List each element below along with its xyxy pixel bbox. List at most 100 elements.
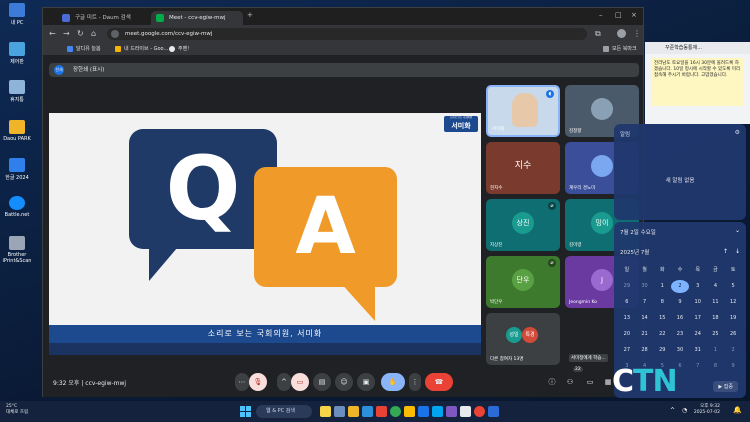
- desktop-icon-my-pc[interactable]: 내 PC: [2, 3, 32, 26]
- calendar-day[interactable]: 12: [724, 296, 742, 309]
- notification-bell-icon[interactable]: 🔔: [733, 406, 742, 414]
- taskbar-search[interactable]: 웹 & PC 검색: [256, 405, 312, 418]
- tab-daum-search[interactable]: 구글 미트 - Daum 검색: [57, 11, 149, 25]
- calendar-day[interactable]: 13: [618, 312, 636, 325]
- captions-button[interactable]: ▤: [313, 373, 331, 391]
- bookmark-item[interactable]: 내 드라이브 - Goo...: [115, 45, 168, 52]
- desktop-icon-daou[interactable]: Daou PARK: [2, 120, 32, 142]
- chevron-up-icon[interactable]: ^: [277, 373, 291, 391]
- taskbar-clock[interactable]: 오후 9:32 2025-07-02: [694, 404, 720, 416]
- calendar-day[interactable]: 30: [671, 344, 689, 357]
- calendar-month[interactable]: 2025년 7월: [620, 248, 649, 256]
- calendar-day[interactable]: 16: [671, 312, 689, 325]
- address-bar[interactable]: meet.google.com/ccv-egiw-mwj: [107, 28, 587, 40]
- widget-icon[interactable]: [320, 406, 331, 417]
- task-view-icon[interactable]: [334, 406, 345, 417]
- app-icon[interactable]: [446, 406, 457, 417]
- all-bookmarks[interactable]: 모든 북마크: [603, 45, 637, 52]
- desktop-icon-hangul[interactable]: 한글 2024: [2, 158, 32, 181]
- leave-call-button[interactable]: ☎: [425, 373, 453, 391]
- calendar-day[interactable]: 17: [689, 312, 707, 325]
- calendar-day[interactable]: 26: [724, 328, 742, 341]
- desktop-icon-battlenet[interactable]: Battle.net: [2, 196, 32, 218]
- network-icon[interactable]: ◔: [682, 407, 687, 414]
- calendar-day[interactable]: 10: [689, 296, 707, 309]
- start-button[interactable]: [240, 406, 251, 417]
- menu-icon[interactable]: ⋮: [633, 29, 641, 38]
- app-icon[interactable]: [432, 406, 443, 417]
- calendar-day[interactable]: 11: [707, 296, 725, 309]
- app-icon[interactable]: [488, 406, 499, 417]
- calendar-day[interactable]: 6: [618, 296, 636, 309]
- kakaotalk-icon[interactable]: [404, 406, 415, 417]
- calendar-day[interactable]: 28: [636, 344, 654, 357]
- calendar-day[interactable]: 5: [724, 280, 742, 293]
- calendar-day[interactable]: 18: [707, 312, 725, 325]
- calendar-day[interactable]: 24: [689, 328, 707, 341]
- minimize-icon[interactable]: –: [599, 11, 603, 19]
- calendar-day[interactable]: 4: [707, 280, 725, 293]
- new-tab-icon[interactable]: +: [247, 11, 253, 19]
- calendar-day[interactable]: 7: [636, 296, 654, 309]
- calendar-day[interactable]: 14: [636, 312, 654, 325]
- calendar-day[interactable]: 19: [724, 312, 742, 325]
- app-icon[interactable]: [460, 406, 471, 417]
- chrome-icon[interactable]: [474, 406, 485, 417]
- calendar-day[interactable]: 1: [653, 280, 671, 293]
- edge-icon[interactable]: [362, 406, 373, 417]
- participant-tile[interactable]: 지수 현지수: [486, 142, 560, 194]
- people-icon[interactable]: ⚇: [563, 373, 577, 391]
- bookmark-item[interactable]: 주멘!: [169, 45, 189, 52]
- camera-off-button[interactable]: ▭: [291, 373, 309, 391]
- maximize-icon[interactable]: □: [615, 11, 622, 19]
- desktop-icon-recycle-bin[interactable]: 휴지통: [2, 80, 32, 103]
- calendar-day[interactable]: 9: [671, 296, 689, 309]
- calendar-day[interactable]: 22: [653, 328, 671, 341]
- calendar-day[interactable]: 8: [653, 296, 671, 309]
- calendar-day[interactable]: 7: [689, 360, 707, 373]
- chat-icon[interactable]: ▭: [583, 373, 597, 391]
- chrome-icon[interactable]: [390, 406, 401, 417]
- calendar-day[interactable]: 20: [618, 328, 636, 341]
- next-month-icon[interactable]: ↓: [735, 248, 740, 255]
- more-audio-icon[interactable]: ⋯: [235, 373, 249, 391]
- more-options-icon[interactable]: ⋮: [409, 373, 421, 391]
- close-icon[interactable]: ×: [631, 11, 637, 19]
- profile-avatar[interactable]: [617, 29, 626, 38]
- calendar-day[interactable]: 15: [653, 312, 671, 325]
- calendar-day[interactable]: 2: [724, 344, 742, 357]
- home-icon[interactable]: ⌂: [91, 29, 96, 38]
- participant-tile[interactable]: ◖ 서미화: [486, 85, 560, 137]
- reload-icon[interactable]: ↻: [77, 29, 84, 38]
- prev-month-icon[interactable]: ↑: [723, 248, 728, 255]
- desktop-icon-control-panel[interactable]: 제어판: [2, 42, 32, 65]
- forward-icon[interactable]: →: [63, 29, 70, 38]
- weather-widget[interactable]: 25°C 대체로 흐림: [6, 404, 28, 416]
- present-button[interactable]: ▣: [357, 373, 375, 391]
- calendar-day[interactable]: 8: [707, 360, 725, 373]
- raise-hand-button[interactable]: ✋: [381, 373, 405, 391]
- calendar-day[interactable]: 1: [707, 344, 725, 357]
- calendar-day[interactable]: 21: [636, 328, 654, 341]
- calendar-day[interactable]: 29: [653, 344, 671, 357]
- settings-icon[interactable]: ⚙: [735, 129, 740, 136]
- emoji-button[interactable]: ☺: [335, 373, 353, 391]
- app-icon[interactable]: [418, 406, 429, 417]
- tab-meet[interactable]: Meet - ccv-egiw-mwj: [151, 11, 243, 25]
- calendar-day[interactable]: 25: [707, 328, 725, 341]
- back-icon[interactable]: ←: [49, 29, 56, 38]
- calendar-day[interactable]: 31: [689, 344, 707, 357]
- calendar-day[interactable]: 9: [724, 360, 742, 373]
- calendar-day[interactable]: 29: [618, 280, 636, 293]
- file-explorer-icon[interactable]: [348, 406, 359, 417]
- desktop-icon-brother[interactable]: Brother iPrint&Scan: [2, 236, 32, 264]
- tray-chevron-icon[interactable]: ^: [670, 407, 675, 414]
- app-icon[interactable]: [376, 406, 387, 417]
- bookmark-item[interactable]: 달디유 늘봄: [67, 45, 101, 52]
- extensions-icon[interactable]: ⧉: [595, 29, 601, 39]
- participant-tile[interactable]: ⌀ 상진 지상진: [486, 199, 560, 251]
- info-icon[interactable]: ⓘ: [545, 373, 559, 391]
- mic-off-button[interactable]: 🎙: [249, 373, 267, 391]
- focus-button[interactable]: ▶ 집중: [713, 381, 738, 392]
- site-info-icon[interactable]: [111, 30, 119, 38]
